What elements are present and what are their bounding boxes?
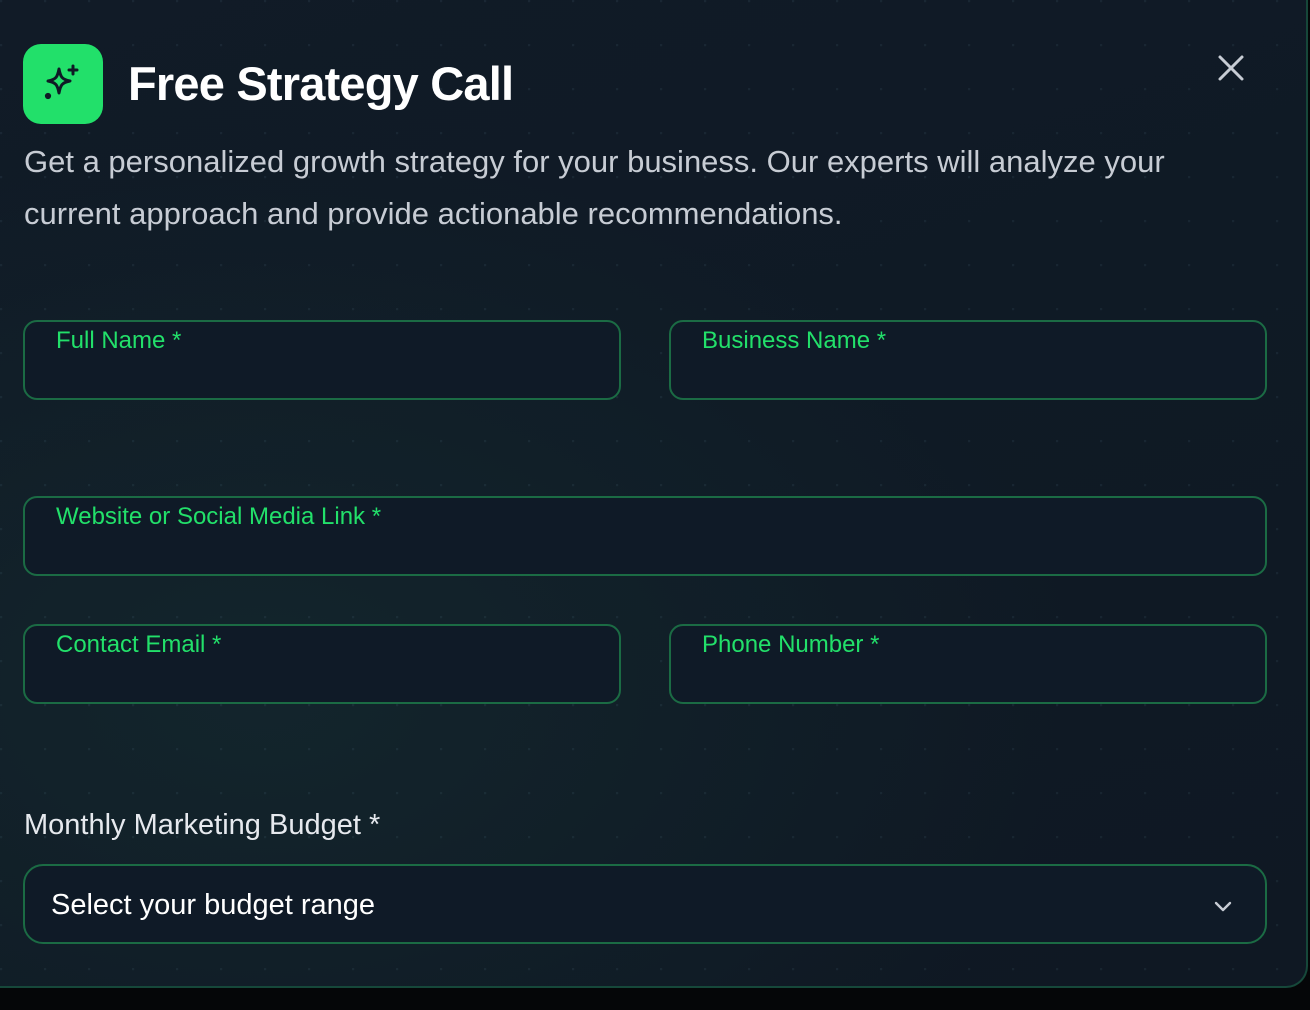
budget-selected-value: Select your budget range <box>51 889 376 921</box>
budget-label: Monthly Marketing Budget * <box>24 809 381 841</box>
close-button[interactable] <box>1211 48 1251 88</box>
website-field[interactable]: Website or Social Media Link * <box>23 496 1267 576</box>
business-name-input[interactable] <box>701 360 1245 392</box>
chevron-down-icon <box>1214 901 1232 912</box>
budget-select[interactable]: Select your budget range <box>23 864 1267 944</box>
dialog-description: Get a personalized growth strategy for y… <box>24 144 1165 231</box>
sparkles-icon <box>44 64 79 100</box>
sparkles-badge <box>23 44 103 124</box>
full-name-label: Full Name * <box>56 327 182 354</box>
phone-number-field[interactable]: Phone Number * <box>669 624 1267 704</box>
business-name-field[interactable]: Business Name * <box>669 320 1267 400</box>
close-icon[interactable] <box>1217 54 1245 82</box>
website-label: Website or Social Media Link * <box>56 503 382 530</box>
contact-email-input[interactable] <box>55 664 599 696</box>
strategy-call-dialog: Free Strategy Call Get a personalized gr… <box>0 0 1308 988</box>
contact-email-field[interactable]: Contact Email * <box>23 624 621 704</box>
full-name-input[interactable] <box>55 360 599 392</box>
full-name-field[interactable]: Full Name * <box>23 320 621 400</box>
phone-number-input[interactable] <box>701 664 1245 696</box>
website-input[interactable] <box>55 536 1245 568</box>
business-name-label: Business Name * <box>702 327 887 354</box>
dialog-title: Free Strategy Call <box>128 57 514 110</box>
phone-number-label: Phone Number * <box>702 631 880 658</box>
contact-email-label: Contact Email * <box>56 631 222 658</box>
